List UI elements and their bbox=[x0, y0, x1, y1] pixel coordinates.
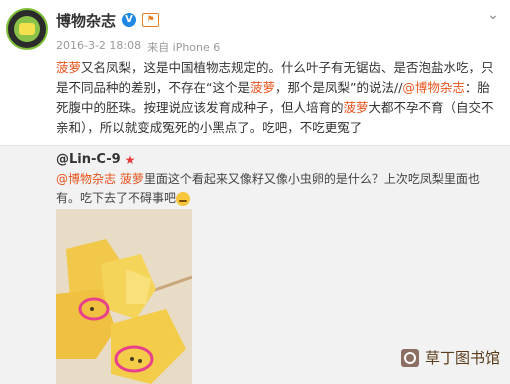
post-text: 菠萝又名凤梨，这是中国植物志规定的。什么叶子有无锯齿、是否泡盐水吃，只是不同品种… bbox=[56, 58, 500, 138]
repost-user-row: @Lin-C-9 ★ bbox=[56, 152, 135, 167]
keyword-highlight[interactable]: 菠萝 bbox=[344, 100, 369, 115]
author-avatar[interactable] bbox=[6, 8, 48, 50]
photo-illustration bbox=[56, 209, 192, 384]
author-name[interactable]: 博物杂志 bbox=[56, 10, 116, 31]
keyword-highlight[interactable]: 菠萝 bbox=[120, 172, 144, 186]
mention-link[interactable]: @博物杂志 bbox=[56, 172, 116, 186]
repost-text: @博物杂志 菠萝里面这个看起来又像籽又像小虫卵的是什么？上次吃凤梨里面也有。吃下… bbox=[56, 170, 496, 208]
post-meta: 2016-3-2 18:08 来自 iPhone 6 bbox=[56, 39, 220, 55]
author-name-row: 博物杂志 V ⚑ bbox=[56, 10, 160, 31]
avatar-logo-mark bbox=[19, 23, 35, 35]
keyword-highlight[interactable]: 菠萝 bbox=[56, 60, 81, 75]
watermark-text: 草丁图书馆 bbox=[424, 349, 500, 367]
star-icon: ★ bbox=[124, 152, 136, 167]
sweat-smile-emoji-icon bbox=[176, 191, 191, 206]
post-date[interactable]: 2016-3-2 18:08 bbox=[56, 39, 141, 55]
keyword-highlight[interactable]: 菠萝 bbox=[250, 80, 275, 95]
watermark: 草丁图书馆 bbox=[400, 347, 500, 368]
repost-user[interactable]: @Lin-C-9 bbox=[56, 152, 121, 167]
text-segment: ，那个是凤梨”的说法// bbox=[275, 80, 403, 95]
watermark-logo-icon bbox=[400, 348, 419, 367]
post-source: 来自 iPhone 6 bbox=[147, 41, 221, 54]
mention-link[interactable]: @博物杂志 bbox=[402, 80, 465, 95]
weibo-post: 博物杂志 V ⚑ 2016-3-2 18:08 来自 iPhone 6 ⌄ 菠萝… bbox=[0, 0, 510, 145]
flag-icon: ⚑ bbox=[142, 13, 160, 27]
pineapple-photo[interactable] bbox=[56, 209, 192, 384]
chevron-down-icon[interactable]: ⌄ bbox=[486, 8, 500, 22]
verified-icon: V bbox=[122, 13, 137, 27]
